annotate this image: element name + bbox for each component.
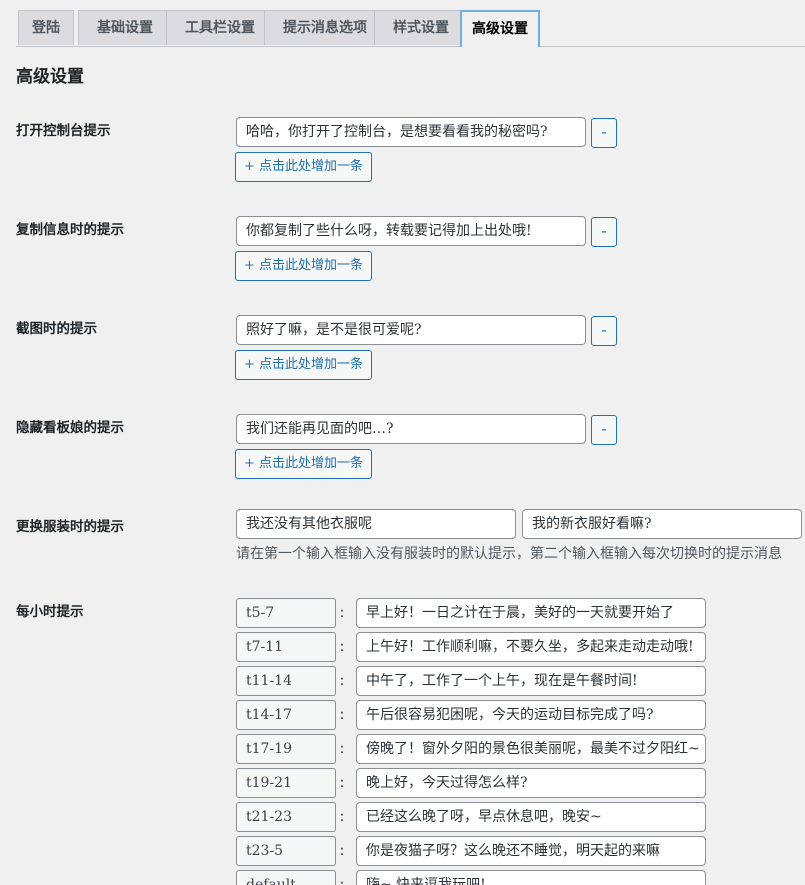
console-tip-input[interactable]: 哈哈，你打开了控制台，是想要看看我的秘密吗? [236,117,586,147]
hour-message-input[interactable]: 晚上好，今天过得怎么样? [356,768,706,798]
hour-message-input[interactable]: 午后很容易犯困呢，今天的运动目标完成了吗? [356,700,706,730]
hour-separator: : [339,707,345,723]
tab-toolbar-settings[interactable]: 工具栏设置 [166,10,274,45]
screenshot-tip-remove-button[interactable]: - [591,316,617,346]
copy-tip-add-button[interactable]: + 点击此处增加一条 [235,251,372,281]
hourly-tip-label: 每小时提示 [16,604,84,620]
hide-tip-input[interactable]: 我们还能再见面的吧…? [236,414,586,444]
screenshot-tip-add-button[interactable]: + 点击此处增加一条 [235,350,372,380]
hour-message-input[interactable]: 早上好！一日之计在于晨，美好的一天就要开始了 [356,598,706,628]
hour-range-key[interactable]: t17-19 [236,734,336,764]
hour-range-key[interactable]: t21-23 [236,802,336,832]
costume-tip-default-input[interactable]: 我还没有其他衣服呢 [236,509,516,539]
settings-tabs: 登陆 基础设置 工具栏设置 提示消息选项 样式设置 高级设置 [16,10,805,47]
hour-range-key[interactable]: t14-17 [236,700,336,730]
hide-tip-remove-button[interactable]: - [591,415,617,445]
tab-message-options[interactable]: 提示消息选项 [264,10,386,45]
hour-message-input[interactable]: 上午好！工作顺利嘛，不要久坐，多起来走动走动哦! [356,632,706,662]
hour-separator: : [339,673,345,689]
hour-message-input[interactable]: 中午了，工作了一个上午，现在是午餐时间! [356,666,706,696]
hide-tip-label: 隐藏看板娘的提示 [16,420,124,436]
copy-tip-input[interactable]: 你都复制了些什么呀，转载要记得加上出处哦! [236,216,586,246]
hour-separator: : [339,605,345,621]
hour-separator: : [339,775,345,791]
hour-range-key[interactable]: t11-14 [236,666,336,696]
hide-tip-add-button[interactable]: + 点击此处增加一条 [235,449,372,479]
tab-advanced-settings[interactable]: 高级设置 [460,10,540,47]
copy-tip-label: 复制信息时的提示 [16,222,124,238]
tab-basic-settings[interactable]: 基础设置 [78,10,172,45]
console-tip-add-button[interactable]: + 点击此处增加一条 [235,152,372,182]
console-tip-remove-button[interactable]: - [591,118,617,148]
hour-message-input[interactable]: 已经这么晚了呀，早点休息吧，晚安~ [356,802,706,832]
hour-range-key[interactable]: t23-5 [236,836,336,866]
hour-separator: : [339,639,345,655]
tab-login[interactable]: 登陆 [18,10,74,45]
console-tip-label: 打开控制台提示 [16,123,111,139]
hour-range-key[interactable]: t19-21 [236,768,336,798]
screenshot-tip-label: 截图时的提示 [16,321,97,337]
costume-tip-label: 更换服装时的提示 [16,519,124,535]
hour-range-key[interactable]: t5-7 [236,598,336,628]
hour-separator: : [339,809,345,825]
page-title: 高级设置 [16,67,84,87]
hour-message-input[interactable]: 你是夜猫子呀？这么晚还不睡觉，明天起的来嘛 [356,836,706,866]
costume-tip-switch-input[interactable]: 我的新衣服好看嘛? [522,509,802,539]
screenshot-tip-input[interactable]: 照好了嘛，是不是很可爱呢? [236,315,586,345]
copy-tip-remove-button[interactable]: - [591,217,617,247]
hour-separator: : [339,843,345,859]
hour-range-key[interactable]: default [236,870,336,885]
hour-range-key[interactable]: t7-11 [236,632,336,662]
hour-separator: : [339,877,345,885]
hour-separator: : [339,741,345,757]
hour-message-input[interactable]: 傍晚了！窗外夕阳的景色很美丽呢，最美不过夕阳红~ [356,734,706,764]
costume-tip-description: 请在第一个输入框输入没有服装时的默认提示，第二个输入框输入每次切换时的提示消息 [236,546,782,562]
tab-style-settings[interactable]: 样式设置 [374,10,468,45]
hour-message-input[interactable]: 嗨~ 快来逗我玩吧! [356,870,706,885]
